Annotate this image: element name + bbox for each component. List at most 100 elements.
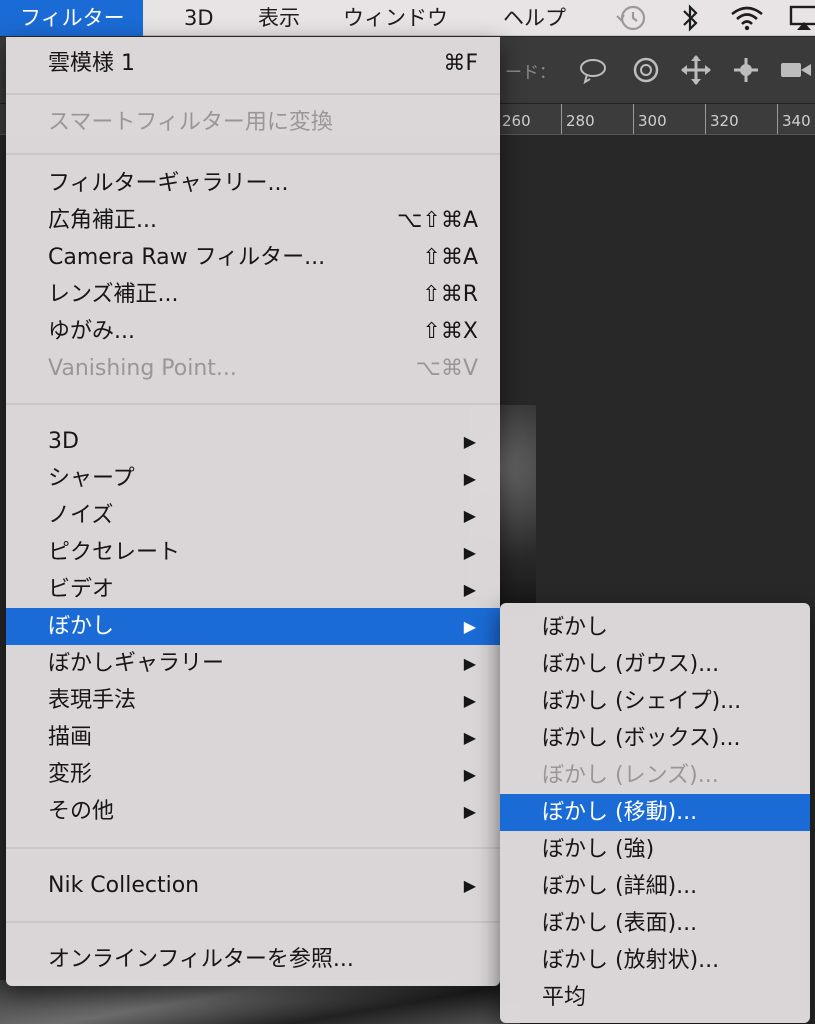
menu-item-3d[interactable]: 3D ▶ [6,423,500,460]
menu-separator [6,153,500,155]
submenu-item-label: ぼかし (シェイプ)... [542,689,742,714]
submenu-item-label: ぼかし (強) [542,837,655,862]
menubar-item-window[interactable]: ウィンドウ [343,0,448,36]
menu-item-label: 広角補正... [48,208,157,233]
submenu-item-label: ぼかし (表面)... [542,911,698,936]
rotate-3d-icon[interactable] [628,52,664,88]
submenu-item-blur[interactable]: ぼかし [500,609,810,646]
menu-item-render[interactable]: 描画 ▶ [6,719,500,756]
menu-item-label: その他 [48,799,115,824]
submenu-item-surface-blur[interactable]: ぼかし (表面)... [500,905,810,942]
submenu-item-lens-blur[interactable]: ぼかし (レンズ)... [500,757,810,794]
submenu-item-label: ぼかし [542,615,609,640]
menu-item-label: Vanishing Point... [48,356,237,381]
menu-item-liquify[interactable]: ゆがみ... ⇧⌘X [6,313,500,350]
menu-item-adaptive-wide-angle[interactable]: 広角補正... ⌥⇧⌘A [6,202,500,239]
menu-item-browse-online-filters[interactable]: オンラインフィルターを参照... [6,941,500,978]
ruler-tick: 340 [777,104,811,134]
menu-item-distort[interactable]: 変形 ▶ [6,756,500,793]
menu-item-blur-gallery[interactable]: ぼかしギャラリー ▶ [6,645,500,682]
submenu-arrow-icon: ▶ [463,765,476,784]
wifi-icon[interactable] [729,4,765,32]
menu-separator [6,403,500,405]
menubar-item-3d[interactable]: 3D [184,0,214,36]
submenu-item-smart-blur[interactable]: ぼかし (詳細)... [500,868,810,905]
menu-item-convert-smart-filter[interactable]: スマートフィルター用に変換 [6,104,500,141]
menu-item-label: 3D [48,429,79,454]
menubar-item-view[interactable]: 表示 [258,0,300,36]
submenu-arrow-icon: ▶ [463,469,476,488]
submenu-arrow-icon: ▶ [463,617,476,636]
submenu-item-box-blur[interactable]: ぼかし (ボックス)... [500,720,810,757]
menubar-item-filter[interactable]: フィルター [0,0,143,36]
menu-bar: フィルター 3D 表示 ウィンドウ ヘルプ [0,0,815,36]
submenu-item-radial-blur[interactable]: ぼかし (放射状)... [500,942,810,979]
menu-item-label: シャープ [48,466,135,491]
menu-item-noise[interactable]: ノイズ ▶ [6,497,500,534]
menu-item-label: Nik Collection [48,873,200,898]
menu-item-last-filter[interactable]: 雲模様 1 ⌘F [6,45,500,82]
submenu-arrow-icon: ▶ [463,654,476,673]
menu-item-video[interactable]: ビデオ ▶ [6,571,500,608]
ruler-tick: 320 [705,104,739,134]
submenu-item-label: ぼかし (レンズ)... [542,763,719,788]
submenu-item-label: ぼかし (放射状)... [542,948,720,973]
menu-item-blur[interactable]: ぼかし ▶ [6,608,500,645]
menu-item-pixelate[interactable]: ピクセレート ▶ [6,534,500,571]
document-image-bottom[interactable] [0,980,520,1024]
menu-item-sharpen[interactable]: シャープ ▶ [6,460,500,497]
airplay-icon[interactable] [786,4,815,32]
ruler-tick: 260 [497,104,531,134]
submenu-item-blur-more[interactable]: ぼかし (強) [500,831,810,868]
submenu-item-gaussian-blur[interactable]: ぼかし (ガウス)... [500,646,810,683]
menu-item-filter-gallery[interactable]: フィルターギャラリー... [6,165,500,202]
menu-item-label: ゆがみ... [48,319,135,344]
submenu-item-label: ぼかし (移動)... [542,800,698,825]
menu-item-label: 雲模様 1 [48,51,135,76]
submenu-arrow-icon: ▶ [463,543,476,562]
submenu-arrow-icon: ▶ [463,432,476,451]
submenu-arrow-icon: ▶ [463,506,476,525]
mode-label: ード： [505,63,556,83]
submenu-arrow-icon: ▶ [463,580,476,599]
menu-separator [6,921,500,923]
menu-item-label: スマートフィルター用に変換 [48,110,333,135]
menu-item-label: ビデオ [48,577,115,602]
camera-3d-icon[interactable] [777,52,813,88]
menu-item-stylize[interactable]: 表現手法 ▶ [6,682,500,719]
menu-item-label: ぼかしギャラリー [48,651,225,676]
slide-3d-icon[interactable] [728,52,764,88]
menu-item-label: レンズ補正... [48,282,179,307]
menubar-item-help[interactable]: ヘルプ [503,0,566,36]
bluetooth-icon[interactable] [672,4,708,32]
menu-item-vanishing-point[interactable]: Vanishing Point... ⌥⌘V [6,350,500,387]
menu-item-other[interactable]: その他 ▶ [6,793,500,830]
menu-item-nik-collection[interactable]: Nik Collection ▶ [6,867,500,904]
submenu-item-label: ぼかし (ボックス)... [542,726,741,751]
menu-item-label: ノイズ [48,503,114,528]
submenu-item-label: 平均 [542,985,587,1010]
time-machine-icon[interactable] [613,4,649,32]
filter-menu: 雲模様 1 ⌘F スマートフィルター用に変換 フィルターギャラリー... 広角補… [6,37,500,986]
menu-item-shortcut: ⇧⌘A [422,245,478,270]
lasso-3d-icon[interactable] [575,52,611,88]
menu-item-label: フィルターギャラリー... [48,171,289,196]
submenu-arrow-icon: ▶ [463,876,476,895]
menu-item-shortcut: ⇧⌘R [422,282,478,307]
menu-item-label: ぼかし [48,614,115,639]
submenu-item-label: ぼかし (ガウス)... [542,652,720,677]
menu-separator [6,93,500,95]
ruler-tick: 300 [633,104,667,134]
menu-item-lens-correction[interactable]: レンズ補正... ⇧⌘R [6,276,500,313]
submenu-arrow-icon: ▶ [463,691,476,710]
submenu-item-label: ぼかし (詳細)... [542,874,698,899]
submenu-item-average[interactable]: 平均 [500,979,810,1016]
menu-separator [6,847,500,849]
menu-item-label: ピクセレート [48,540,181,565]
submenu-item-shape-blur[interactable]: ぼかし (シェイプ)... [500,683,810,720]
menu-item-camera-raw[interactable]: Camera Raw フィルター... ⇧⌘A [6,239,500,276]
pan-3d-icon[interactable] [678,52,714,88]
submenu-item-motion-blur[interactable]: ぼかし (移動)... [500,794,810,831]
submenu-arrow-icon: ▶ [463,802,476,821]
menu-item-shortcut: ⌥⌘V [415,356,478,381]
